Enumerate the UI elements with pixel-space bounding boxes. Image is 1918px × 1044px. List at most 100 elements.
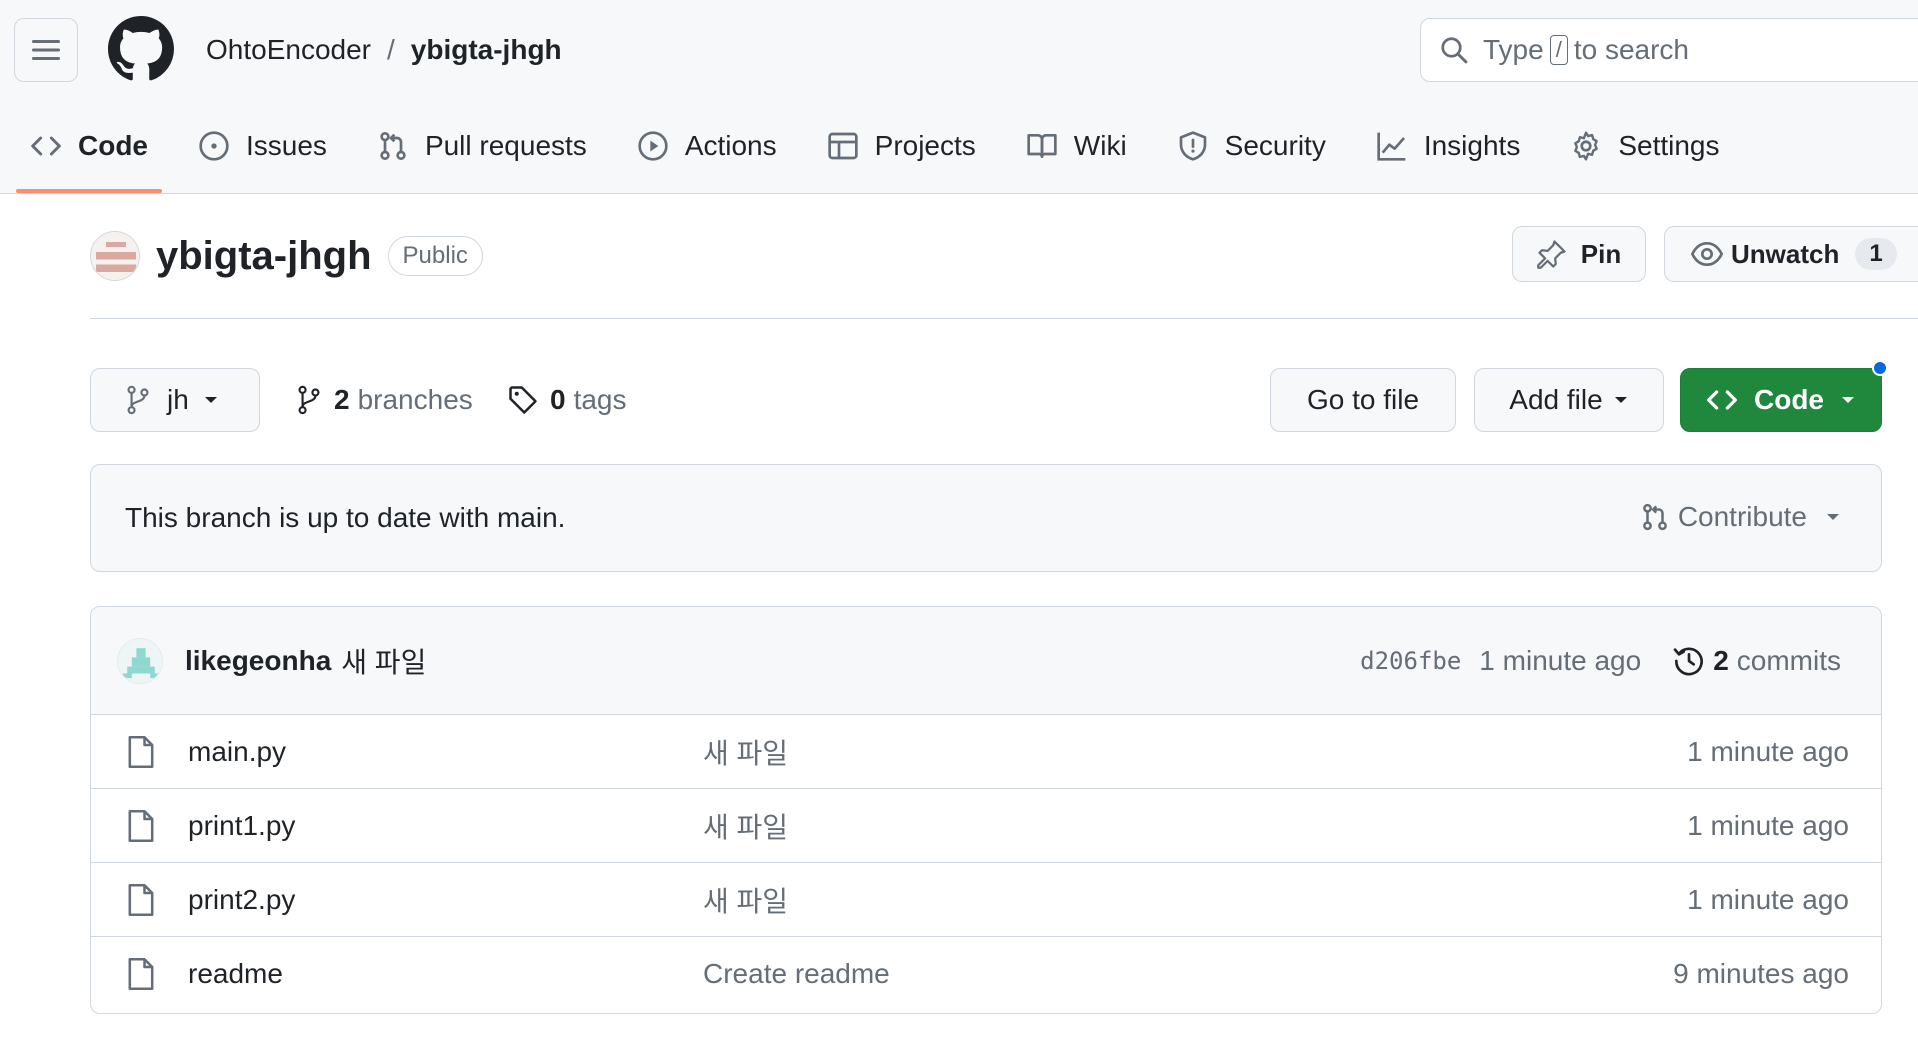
tags-count: 0 [550,384,566,415]
tab-security-label: Security [1224,130,1326,161]
tab-security[interactable]: Security [1163,120,1340,172]
repo-title-area: ybigta-jhgh Public [90,228,483,284]
git-branch-icon [298,385,320,415]
tab-issues-label: Issues [246,130,327,161]
contribute-dropdown[interactable]: Contribute [1640,501,1841,533]
git-branch-icon [127,385,149,415]
commit-message-link[interactable]: 새 파일 [341,641,426,681]
tab-actions[interactable]: Actions [623,120,791,172]
chevron-down-icon [1827,514,1839,520]
file-row[interactable]: main.py 새 파일 1 minute ago [91,715,1881,789]
file-commit-message[interactable]: 새 파일 [703,880,788,920]
tab-wiki[interactable]: Wiki [1012,120,1141,172]
tab-wiki-label: Wiki [1073,130,1127,161]
watch-count-badge: 1 [1855,238,1897,270]
repo-nav-tabs: Code Issues Pull requests Actions Projec… [16,120,1756,194]
branch-name: jh [167,384,189,415]
code-icon [31,136,61,156]
code-icon [1707,390,1737,410]
table-icon [827,132,858,160]
commits-count: 2 [1713,645,1729,676]
pin-label: Pin [1580,238,1622,269]
global-header: OhtoEncoder / ybigta-jhgh Type / to sear… [0,0,1918,194]
branches-label: branches [357,384,473,415]
branches-link[interactable]: 2 branches [296,378,473,422]
gear-icon [1574,131,1599,161]
commit-author-link[interactable]: likegeonha [185,645,331,677]
divider [90,318,1918,319]
search-placeholder-prefix: Type [1483,34,1544,65]
file-row[interactable]: print1.py 새 파일 1 minute ago [91,789,1881,863]
tab-settings[interactable]: Settings [1556,120,1733,172]
commits-history-link[interactable]: 2 commits [1673,645,1841,677]
pin-icon [1536,240,1566,269]
shield-icon [1179,131,1207,161]
visibility-badge: Public [387,236,483,276]
breadcrumb-repo-link[interactable]: ybigta-jhgh [411,34,562,66]
chevron-down-icon [1842,397,1854,403]
file-row[interactable]: print2.py 새 파일 1 minute ago [91,863,1881,937]
file-name-link[interactable]: print2.py [188,884,295,916]
pin-button[interactable]: Pin [1512,226,1646,282]
breadcrumb: OhtoEncoder / ybigta-jhgh [206,30,562,70]
file-name-link[interactable]: main.py [188,736,286,768]
go-to-file-label: Go to file [1306,384,1420,415]
file-name-link[interactable]: print1.py [188,810,295,842]
file-row[interactable]: readme Create readme 9 minutes ago [91,937,1881,1011]
eye-icon [1691,241,1723,267]
go-to-file-button[interactable]: Go to file [1270,368,1456,432]
search-input[interactable]: Type / to search [1420,18,1918,82]
branch-status-message: This branch is up to date with main. [125,502,566,533]
history-icon [1673,647,1704,676]
file-icon [128,884,154,916]
add-file-label: Add file [1509,384,1603,415]
repo-title[interactable]: ybigta-jhgh [156,234,372,279]
git-pull-request-icon [1642,503,1667,531]
hamburger-icon [32,40,60,60]
tab-issues[interactable]: Issues [184,120,341,172]
branch-selector[interactable]: jh [90,368,260,432]
breadcrumb-owner-link[interactable]: OhtoEncoder [206,34,371,66]
file-browser: likegeonha 새 파일 d206fbe 1 minute ago 2 c… [90,606,1882,1014]
chevron-down-icon [204,397,217,403]
git-pull-request-icon [380,132,406,160]
tab-code[interactable]: Code [16,120,162,193]
code-dropdown-button[interactable]: Code [1680,368,1882,432]
file-commit-message[interactable]: 새 파일 [703,806,788,846]
file-icon [128,810,154,842]
file-commit-message[interactable]: 새 파일 [703,732,788,772]
owner-avatar[interactable] [90,231,140,281]
avatar[interactable] [117,637,163,684]
tab-projects[interactable]: Projects [813,120,990,172]
file-commit-time: 1 minute ago [1687,735,1849,767]
book-icon [1027,134,1057,158]
tab-projects-label: Projects [874,130,976,161]
commit-meta: d206fbe 1 minute ago 2 commits [1360,607,1841,715]
file-icon [128,736,154,768]
commits-label: commits [1736,645,1841,676]
branch-status-banner: This branch is up to date with main. Con… [90,464,1882,572]
unwatch-label: Unwatch [1731,238,1840,269]
commit-time: 1 minute ago [1479,645,1642,676]
branches-count: 2 [334,384,350,415]
commit-sha-link[interactable]: d206fbe [1360,647,1461,675]
file-name-link[interactable]: readme [188,958,283,990]
tag-icon [509,386,537,414]
tab-insights[interactable]: Insights [1362,120,1535,172]
latest-commit-row: likegeonha 새 파일 d206fbe 1 minute ago 2 c… [91,607,1881,715]
contribute-label: Contribute [1677,501,1807,532]
menu-button[interactable] [14,18,78,82]
unwatch-button[interactable]: Unwatch 1 [1664,226,1918,282]
github-logo-icon[interactable] [108,16,174,82]
tab-actions-label: Actions [684,130,777,161]
tags-link[interactable]: 0 tags [508,378,627,422]
file-commit-message[interactable]: Create readme [703,958,890,990]
tab-pull-requests-label: Pull requests [424,130,587,161]
file-icon [128,958,154,990]
tab-code-label: Code [78,130,148,161]
issue-opened-icon [199,131,229,161]
add-file-button[interactable]: Add file [1474,368,1664,432]
tab-pull-requests[interactable]: Pull requests [363,120,601,172]
chevron-down-icon [1614,397,1627,403]
tab-settings-label: Settings [1618,130,1720,161]
